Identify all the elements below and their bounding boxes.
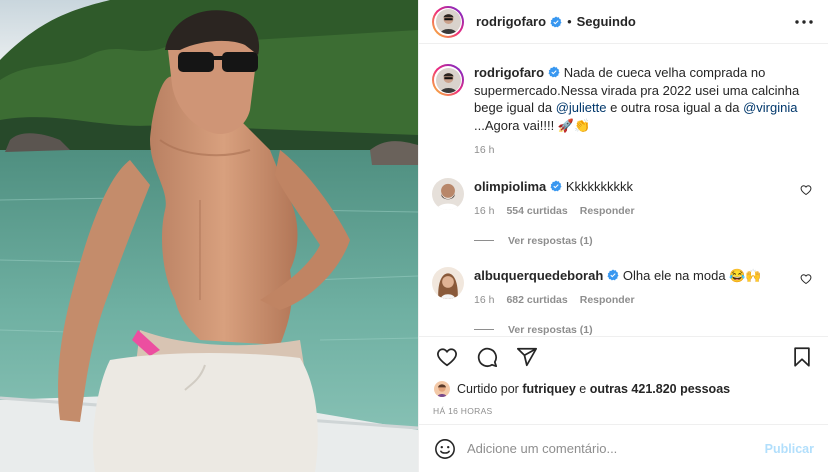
bookmark-icon[interactable] (782, 337, 822, 377)
commenter-avatar-image (432, 266, 464, 299)
caption-avatar[interactable] (432, 64, 464, 96)
emoji-icon[interactable] (433, 437, 457, 461)
commenter-avatar[interactable] (432, 266, 464, 299)
comment-username[interactable]: albuquerquedeborah (474, 268, 603, 283)
post-actions-bar (419, 336, 828, 376)
caption-time: 16 h (474, 144, 495, 156)
reply-button[interactable]: Responder (580, 292, 635, 310)
post-details-panel: rodrigofaro • Seguindo rodrigofaro Nada … (418, 0, 828, 472)
comment-text: Olha ele na moda 😂🙌 (622, 267, 762, 283)
more-horizontal-icon[interactable] (792, 10, 816, 34)
verified-badge-icon (548, 66, 560, 78)
comment-likes[interactable]: 682 curtidas (506, 292, 567, 310)
comment-time: 16 h (474, 294, 495, 306)
author-username[interactable]: rodrigofaro (476, 14, 546, 29)
liked-by-user[interactable]: futriquey (522, 382, 575, 396)
liked-by-prefix: Curtido por (457, 382, 519, 396)
post-photo-illustration (0, 0, 418, 472)
liked-by-middle: e (579, 382, 587, 396)
commenter-avatar-image (432, 177, 464, 210)
liked-by-row: Curtido por futriquey e outras 421.820 p… (419, 376, 828, 402)
share-icon[interactable] (507, 337, 547, 377)
post-image[interactable] (0, 0, 418, 472)
verified-badge-icon (550, 180, 562, 191)
comment-text: Kkkkkkkkkk (565, 178, 634, 194)
post-comment-button[interactable]: Publicar (765, 442, 814, 456)
caption-text-3: ...Agora vai!!!! 🚀👏 (474, 117, 591, 133)
post-caption: rodrigofaro Nada de cueca velha comprada… (432, 64, 812, 160)
author-avatar[interactable] (432, 5, 464, 38)
add-comment-bar: Publicar (419, 424, 828, 472)
post-timestamp[interactable]: HÁ 16 HORAS (419, 402, 828, 422)
liker-avatar[interactable] (433, 380, 451, 398)
heart-icon[interactable] (427, 337, 467, 377)
view-replies-button[interactable]: Ver respostas (1) (474, 235, 812, 247)
caption-avatar-image (435, 67, 461, 93)
following-button[interactable]: Seguindo (577, 14, 636, 29)
mention-link[interactable]: @juliette (556, 100, 607, 115)
caption-username[interactable]: rodrigofaro (474, 65, 544, 80)
replies-line (474, 329, 494, 330)
commenter-avatar[interactable] (432, 177, 464, 210)
liked-by-others[interactable]: outras 421.820 pessoas (590, 382, 730, 396)
author-avatar-image (435, 9, 461, 34)
comment-heart-icon[interactable] (800, 184, 812, 196)
comments-list: rodrigofaro Nada de cueca velha comprada… (419, 44, 828, 336)
view-replies-label: Ver respostas (1) (508, 323, 593, 336)
comment-item: olimpiolima Kkkkkkkkkk 16 h 554 curtidas… (432, 177, 812, 221)
replies-line (474, 240, 494, 241)
comment-likes[interactable]: 554 curtidas (506, 203, 567, 221)
comment-heart-icon[interactable] (800, 273, 812, 285)
separator-dot: • (567, 14, 572, 29)
comment-input[interactable] (467, 441, 765, 456)
verified-badge-icon (550, 16, 562, 27)
caption-text-2: e outra rosa igual a da (606, 100, 744, 115)
reply-button[interactable]: Responder (580, 203, 635, 221)
mention-link[interactable]: @virginia (743, 100, 797, 115)
liker-avatar-image (434, 381, 450, 397)
verified-badge-icon (607, 269, 619, 280)
view-replies-label: Ver respostas (1) (508, 234, 593, 247)
post-dialog: rodrigofaro • Seguindo rodrigofaro Nada … (0, 0, 828, 472)
comment-username[interactable]: olimpiolima (474, 179, 546, 194)
comment-time: 16 h (474, 205, 495, 217)
comment-icon[interactable] (467, 337, 507, 377)
comment-item: albuquerquedeborah Olha ele na moda 😂🙌 1… (432, 266, 812, 310)
view-replies-button[interactable]: Ver respostas (1) (474, 324, 812, 336)
post-header: rodrigofaro • Seguindo (419, 0, 828, 44)
